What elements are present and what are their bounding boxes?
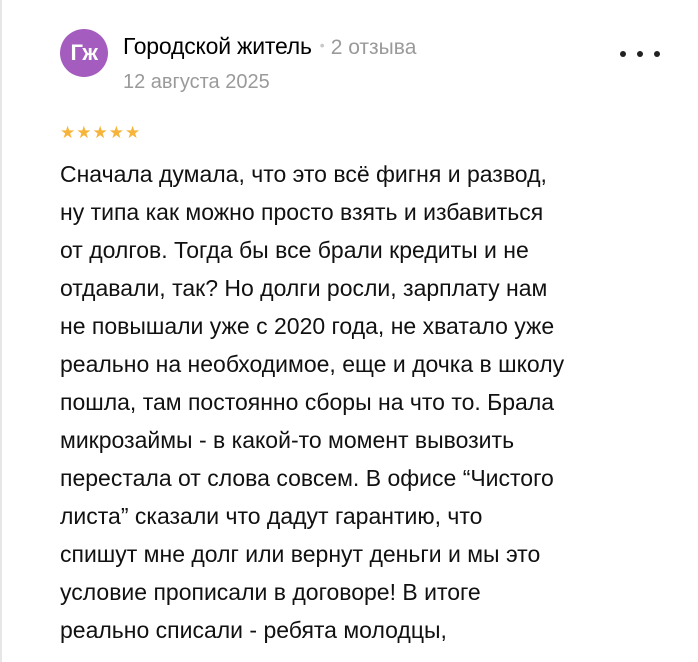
star-icon: ★ — [60, 123, 76, 142]
review-text-line: реально на необходимое, еще и дочка в шк… — [60, 351, 565, 377]
review-text-line: ну типа как можно просто взять и избавит… — [60, 199, 544, 225]
review-card: Гж Городской житель • 2 отзыва 12 август… — [0, 0, 698, 662]
review-text-line: микрозаймы - в какой-то момент вывозить — [60, 427, 515, 453]
review-text-line: условие прописали в договоре! В итоге — [60, 579, 481, 605]
review-text-line: от долгов. Тогда бы все брали кредиты и … — [60, 237, 529, 263]
review-text-line: отдавали, так? Но долги росли, зарплату … — [60, 275, 548, 301]
separator-dot: • — [319, 37, 325, 53]
review-text-line: реально списали - ребята молодцы, — [60, 617, 447, 643]
rating-stars: ★ ★ ★ ★ ★ — [60, 124, 140, 141]
star-icon: ★ — [92, 123, 108, 142]
review-date: 12 августа 2025 — [123, 71, 270, 93]
avatar[interactable]: Гж — [60, 29, 108, 77]
card-left-border — [0, 0, 2, 662]
review-text-line: рекомендую — [60, 649, 692, 662]
more-options-button[interactable] — [620, 44, 660, 64]
review-text-line: пошла, там постоянно сборы на что то. Бр… — [60, 389, 555, 415]
review-text: Сначала думала, что это всё фигня и разв… — [60, 155, 692, 662]
review-text-line: не повышали уже с 2020 года, не хватало … — [60, 313, 555, 339]
star-icon: ★ — [76, 123, 92, 142]
star-icon: ★ — [108, 123, 124, 142]
review-text-line: Сначала думала, что это всё фигня и разв… — [60, 161, 547, 187]
more-horizontal-icon — [620, 51, 626, 57]
star-icon: ★ — [125, 123, 141, 142]
review-text-line: перестала от слова совсем. В офисе “Чист… — [60, 465, 554, 491]
author-name[interactable]: Городской житель — [123, 33, 312, 60]
review-text-line: листа” сказали что дадут гарантию, что — [60, 503, 483, 529]
more-horizontal-icon — [637, 51, 643, 57]
more-horizontal-icon — [654, 51, 660, 57]
review-text-line: спишут мне долг или вернут деньги и мы э… — [60, 541, 541, 567]
author-info: Городской житель • 2 отзыва — [123, 33, 416, 60]
author-reviews-count: 2 отзыва — [330, 36, 417, 59]
